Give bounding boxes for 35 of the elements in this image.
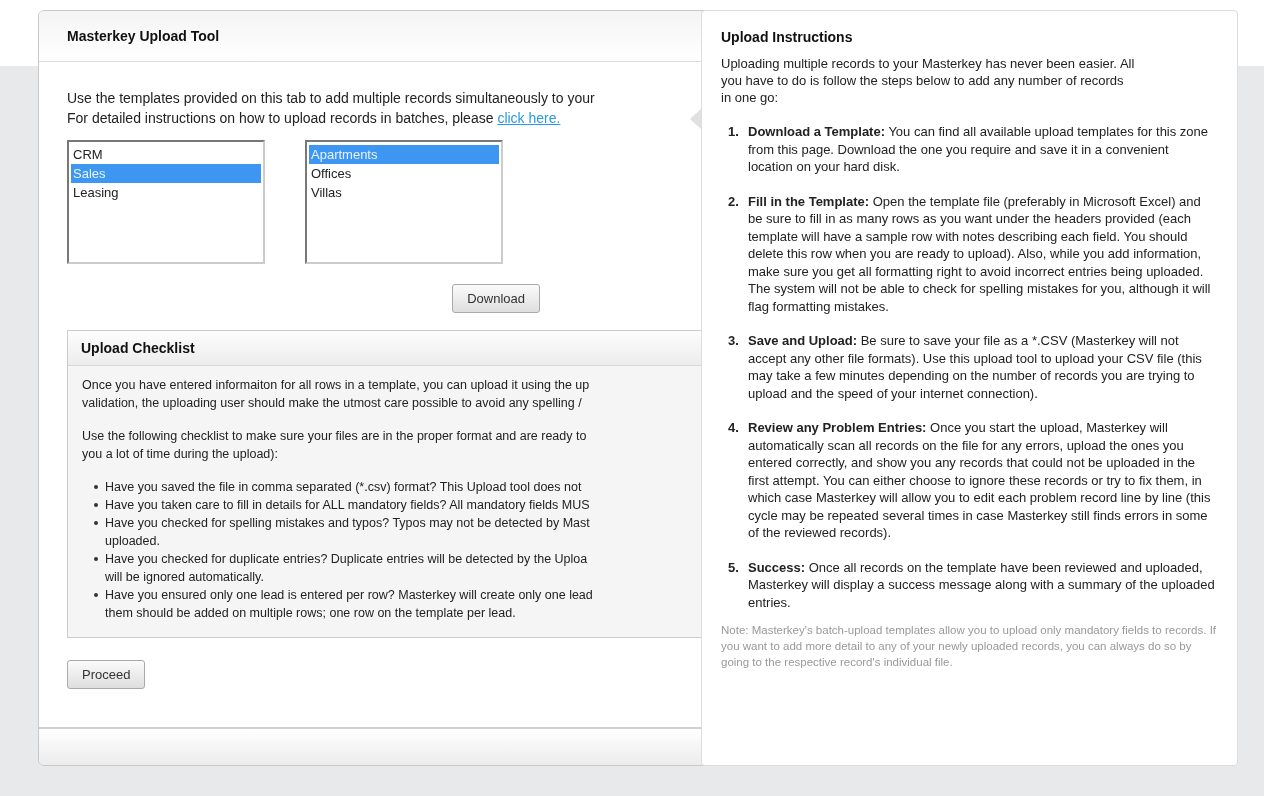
checklist-paragraph: Use the following checklist to make sure your files are in the proper format and are ready to you a lot of time during the upload): — [82, 428, 587, 463]
step-text: Download a Template: You can find all available upload templates for this zone from this page. Download the one you require and save it in a convenient location on your hard disk. — [748, 123, 1210, 176]
list-option[interactable]: Villas — [309, 183, 499, 202]
checklist-item: Have you checked for spelling mistakes and typos? Typos may not be detected by Mast uploaded. — [105, 515, 590, 550]
step-number: 1. — [728, 123, 740, 141]
checklist-item: Have you checked for duplicate entries? Duplicate entries will be detected by the Uploa will be ignored automatically. — [105, 551, 588, 586]
step-text: Review any Problem Entries: Once you start the upload, Masterkey will automatically scan all records on the file for any errors, upload the ones you entered correctly, and show you any records that could not be uploaded in the first attempt. You can either choose to ignore these records or try to fix them, in which case Masterkey will allow you to edit each problem record line by line (this cycle may be repeated several times in case Masterkey still finds errors in some of the reviewed records). — [748, 419, 1212, 542]
step-text: Fill in the Template: Open the template file (preferably in Microsoft Excel) and be sure to fill in as many rows as you want under the headers provided (each template will have a sample row with notes describing each field. You should delete this row when you are ready to upload). Also, while you add information, make sure you get all formatting right to avoid incorrect entries being uploaded. The system will not be able to check for spelling mistakes for you, although it will flag formatting mistakes. — [748, 192, 1212, 315]
list-option[interactable]: Leasing — [71, 183, 261, 202]
note-text: Note: Masterkey's batch-upload templates allow you to upload only mandatory fields to records. If you want to add more detail to any of your newly uploaded records, you can always do so by going to the respective record's individual file. — [721, 623, 1218, 670]
step-number: 2. — [728, 192, 740, 211]
list-option[interactable]: Offices — [309, 164, 499, 183]
list-box[interactable]: Apartments Offices Villas — [305, 140, 503, 264]
checklist-item: Have you taken care to fill in details for ALL mandatory fields? All mandatory fields MUS — [105, 497, 590, 514]
bullet-dot — [94, 521, 98, 525]
download-button[interactable]: Download — [452, 284, 540, 313]
bullet-dot — [94, 557, 98, 561]
step-number: 4. — [728, 419, 740, 437]
popover-intro: Uploading multiple records to your Masterkey has never been easier. All you have to do is follow the steps below to add any number of records in one go: — [721, 55, 1136, 106]
checklist-item: Have you saved the file in comma separated (*.csv) format? This Upload tool does not — [105, 479, 582, 496]
proceed-button[interactable]: Proceed — [67, 660, 146, 689]
list-option[interactable]: CRM — [71, 145, 261, 164]
bullet-dot — [94, 503, 98, 507]
step-text: Success: Once all records on the template have been reviewed and uploaded, Masterkey will display a success message along with a summary of the uploaded entries. — [748, 558, 1216, 611]
bullet-dot — [94, 485, 98, 489]
panel-title: Masterkey Upload Tool — [67, 28, 220, 44]
step-number: 5. — [728, 558, 740, 577]
checklist-item: Have you ensured only one lead is entered per row? Masterkey will create only one lead them should be added on multiple rows; one row on the template per lead. — [105, 587, 593, 622]
step-number: 3. — [728, 332, 740, 350]
step-text: Save and Upload: Be sure to save your file as a *.CSV (Masterkey will not accept any other file formats). Use this upload tool to upload your CSV file (this may take a few minutes depending on the number of records you are trying to upload and the speed of your internet connection). — [748, 332, 1203, 402]
checklist-paragraph: Once you have entered informaiton for all rows in a template, you can upload it using the up validation, the uploading user should make the utmost care possible to avoid any spelling / — [82, 377, 590, 412]
checklist-title: Upload Checklist — [81, 340, 195, 356]
popover-title: Upload Instructions — [721, 29, 854, 45]
bullet-dot — [94, 593, 98, 597]
list-box[interactable]: CRM Sales Leasing — [67, 140, 265, 264]
